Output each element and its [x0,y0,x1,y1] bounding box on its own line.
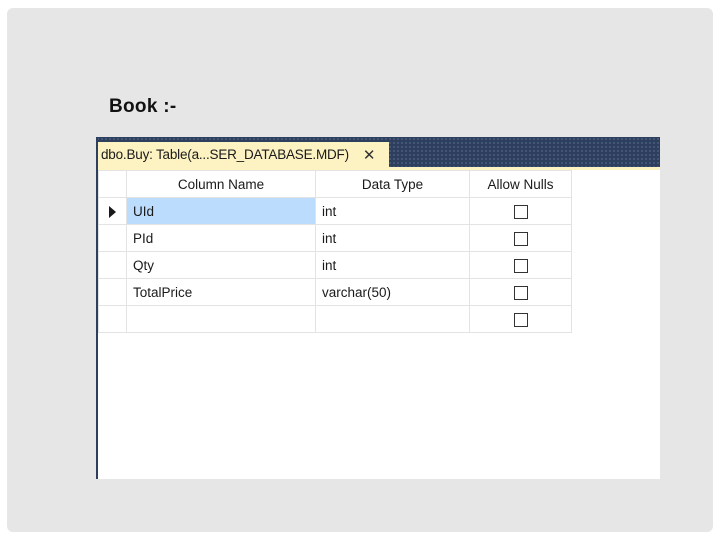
grid-header-row: Column Name Data Type Allow Nulls [98,170,572,198]
allow-nulls-checkbox[interactable] [513,285,528,300]
table-row[interactable]: TotalPrice varchar(50) [98,278,572,306]
column-header-nulls[interactable]: Allow Nulls [469,170,572,198]
data-type-cell[interactable]: varchar(50) [315,278,470,306]
row-selector[interactable] [98,305,127,333]
column-grid: Column Name Data Type Allow Nulls UId in… [98,170,572,333]
allow-nulls-checkbox[interactable] [513,258,528,273]
data-type-cell[interactable]: int [315,251,470,279]
allow-nulls-checkbox[interactable] [513,231,528,246]
column-name-cell[interactable]: TotalPrice [126,278,316,306]
row-selector[interactable] [98,278,127,306]
current-row-arrow-icon [109,205,116,218]
slide-title: Book :- [109,96,177,117]
column-name-cell[interactable]: PId [126,224,316,252]
table-row[interactable]: UId int [98,197,572,225]
allow-nulls-cell [469,224,572,252]
row-selector[interactable] [98,251,127,279]
allow-nulls-cell [469,305,572,333]
allow-nulls-checkbox[interactable] [513,312,528,327]
close-icon[interactable]: ✕ [363,146,376,164]
allow-nulls-cell [469,197,572,225]
row-selector-header [98,170,127,198]
table-row[interactable]: Qty int [98,251,572,279]
table-row[interactable]: PId int [98,224,572,252]
column-name-cell[interactable] [126,305,316,333]
row-selector[interactable] [98,197,127,225]
table-designer: dbo.Buy: Table(a...SER_DATABASE.MDF) ✕ C… [96,137,660,479]
column-header-name[interactable]: Column Name [126,170,316,198]
row-selector[interactable] [98,224,127,252]
data-type-cell[interactable]: int [315,197,470,225]
allow-nulls-checkbox[interactable] [513,204,528,219]
column-name-cell[interactable]: UId [126,197,316,225]
data-type-cell[interactable] [315,305,470,333]
allow-nulls-cell [469,278,572,306]
allow-nulls-cell [469,251,572,279]
tab-label: dbo.Buy: Table(a...SER_DATABASE.MDF) [101,147,349,162]
column-name-cell[interactable]: Qty [126,251,316,279]
column-header-type[interactable]: Data Type [315,170,470,198]
tab-dbo-buy-table[interactable]: dbo.Buy: Table(a...SER_DATABASE.MDF) ✕ [98,142,389,167]
data-type-cell[interactable]: int [315,224,470,252]
table-row-new[interactable] [98,305,572,333]
